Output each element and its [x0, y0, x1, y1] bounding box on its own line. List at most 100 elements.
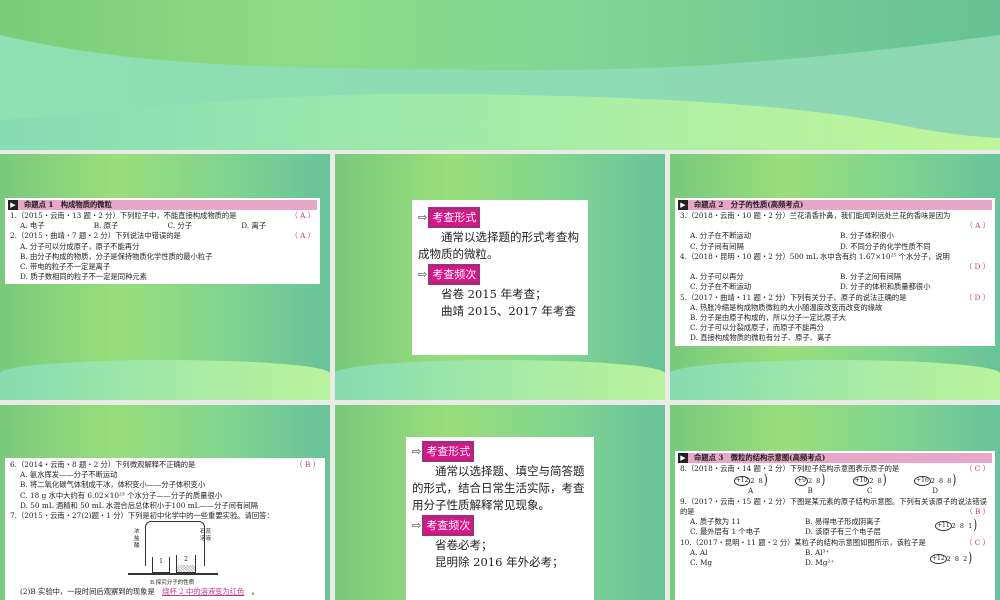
option: A. 质子数为 11 — [690, 517, 741, 527]
frequency-label: 考查频次 — [422, 515, 475, 536]
question-stem: 3.（2018・云南・10 题・2 分）兰花清香扑鼻，我们能闻到远处兰花的香味是… — [680, 211, 951, 220]
question-2: 2.（2015・曲靖・7 题・2 分）下列说法中错误的是 （ A ） — [10, 231, 315, 241]
option: B. 分子之间有间隔 — [840, 272, 902, 282]
shells: 2 8 — [869, 477, 883, 486]
play-icon: ▶ — [678, 453, 688, 463]
play-icon: ▶ — [678, 200, 688, 210]
slide-thumbnail-4[interactable]: 6.（2014・云南・8 题・2 分）下列微观解释不正确的是 （ B ） A. 氨… — [0, 405, 330, 600]
option: B. 原子 — [93, 221, 119, 231]
slide-thumbnail-6[interactable]: ▶ 命题点 3 微粒的结构示意图(高频考点) 8.（2018・云南・14 题・2 … — [670, 405, 1000, 600]
option: B. 分子体积很小 — [840, 231, 894, 241]
answer: （ A ） — [965, 221, 990, 231]
slide-thumbnail-5[interactable]: ⇨ 考查形式 通常以选择题、填空与简答题的形式，结合日常生活实际，考查用分子性质解… — [335, 405, 665, 600]
nucleus: +9 — [795, 476, 808, 487]
figure-caption: B.探究分子的性质 — [150, 580, 195, 587]
option: D. 50 mL 酒精和 50 mL 水混合后总体积小于100 mL——分子间有… — [20, 500, 258, 510]
question-stem: 8.（2018・云南・14 题・2 分）下列粒子结构示意图表示原子的是 — [680, 464, 900, 473]
nucleus: +10 — [852, 476, 870, 487]
option: D. 分子的体积和质量都很小 — [840, 282, 931, 292]
section-header: ▶ 命题点 1 构成物质的微粒 — [8, 200, 317, 210]
beaker-1: 1 — [152, 557, 170, 574]
atom-diagram: +10 2 8) C — [852, 472, 887, 496]
nucleus: +16 — [914, 476, 931, 487]
frequency-line: 省卷必考； — [435, 538, 493, 552]
answer: （ B ） — [965, 507, 990, 517]
option: A. 电子 — [20, 221, 45, 231]
question-card: ▶ 命题点 2 分子的性质(高频考点) 3.（2018・云南・10 题・2 分）兰… — [675, 198, 995, 346]
question-stem: 6.（2014・云南・8 题・2 分）下列微观解释不正确的是 — [10, 460, 196, 469]
question-card: ▶ 命题点 1 构成物质的微粒 1.（2015・云南・13 题・2 分）下列粒子中… — [5, 198, 320, 285]
slide-thumbnail-1[interactable]: ▶ 命题点 1 构成物质的微粒 1.（2015・云南・13 题・2 分）下列粒子中… — [0, 154, 330, 400]
shells: 2 8 — [807, 477, 822, 486]
shells: 2 8 8 — [930, 477, 953, 486]
nucleus: +12 — [930, 553, 947, 564]
info-card: ⇨ 考查形式 通常以选择题、填空与简答题的形式，结合日常生活实际，考查用分子性质解… — [406, 437, 594, 600]
atom-diagrams: +12 2 8) A +9 2 8) B +10 2 8) C +16 2 8 8) D — [680, 472, 990, 496]
option: A. 热胀冷缩是构成物质微粒的大小随温度改变而改变的缘故 — [690, 302, 883, 312]
section-header: ▶ 命题点 3 微粒的结构示意图(高频考点) — [678, 453, 992, 463]
slide-thumbnail-2[interactable]: ⇨ 考查形式 通常以选择题的形式考查构成物质的微粒。 ⇨ 考查频次 省卷 2015 … — [335, 154, 665, 400]
arrow-right-icon: ⇨ — [418, 211, 428, 224]
option: A. 分子可以分成原子，原子不能再分 — [20, 241, 140, 251]
figure-label: 浓盐酸 — [134, 529, 140, 550]
shells: 2 8 2 — [946, 554, 969, 563]
nucleus: +12 — [733, 476, 751, 487]
atom-label: C — [866, 487, 873, 496]
nucleus: +11 — [935, 521, 952, 532]
section-header: ▶ 命题点 2 分子的性质(高频考点) — [678, 200, 992, 210]
form-label: 考查形式 — [428, 207, 481, 228]
option: C. 分子间有间隔 — [690, 241, 744, 251]
experiment-figure: 1 2 浓盐酸 石蕊溶液 B.探究分子的性质 — [10, 521, 320, 587]
form-text: 通常以选择题、填空与简答题的形式，结合日常生活实际，考查用分子性质解释常见现象。 — [412, 464, 585, 512]
option: A. 分子在不断运动 — [690, 231, 751, 241]
atom-diagram: +16 2 8 8) D — [914, 472, 957, 496]
shells: 2 8 1 — [951, 522, 974, 531]
option: B. 分子是由原子构成的，所以分子一定比原子大 — [690, 313, 846, 323]
answer: （ C ） — [965, 464, 990, 473]
option: A. 氨水挥发——分子不断运动 — [20, 470, 118, 480]
option: C. 18 g 水中大约有 6.02×10²³ 个水分子——分子的质量很小 — [20, 490, 223, 500]
question-stem: 4.（2018・昆明・10 题・2 分）500 mL 水中含有约 1.67×10… — [680, 251, 950, 261]
option: D. 离子 — [241, 221, 267, 231]
atom-diagram: +11 2 8 1) — [935, 517, 978, 534]
info-card: ⇨ 考查形式 通常以选择题的形式考查构成物质的微粒。 ⇨ 考查频次 省卷 2015 … — [412, 200, 588, 355]
answer: （ D ） — [964, 292, 990, 302]
answer: （ A ） — [290, 231, 315, 241]
atom-diagram: +12 2 8 2) — [930, 550, 973, 566]
fill-suffix: 。 — [251, 587, 259, 597]
question-stem: 1.（2015・云南・13 题・2 分）下列粒子中，不能直接构成物质的是 — [10, 211, 237, 220]
option: C. 最外层有 1 个电子 — [690, 527, 761, 537]
option: A. 分子可以再分 — [690, 272, 744, 282]
fill-answer: 烧杯 2 中的溶液变为红色 — [162, 587, 245, 597]
slide-thumbnail-3[interactable]: ▶ 命题点 2 分子的性质(高频考点) 3.（2018・云南・10 题・2 分）兰… — [670, 154, 1000, 400]
arrow-right-icon: ⇨ — [412, 445, 422, 458]
option: B. Al³⁺ — [805, 547, 830, 557]
atom-label: D — [932, 487, 938, 496]
atom-diagram: +12 2 8) A — [733, 472, 768, 496]
answer: （ D ） — [964, 262, 990, 272]
option: C. 分子在不断运动 — [690, 282, 752, 292]
option: A. Al — [690, 547, 708, 557]
atom-label: B — [807, 487, 813, 496]
question-card: ▶ 命题点 3 微粒的结构示意图(高频考点) 8.（2018・云南・14 题・2 … — [675, 451, 995, 600]
option: D. 不同分子的化学性质不同 — [840, 241, 931, 251]
play-icon: ▶ — [8, 200, 18, 210]
frequency-line: 曲靖 2015、2017 年考查 — [441, 304, 576, 318]
frequency-line: 省卷 2015 年考查； — [441, 287, 547, 301]
wave-decoration — [0, 35, 1000, 150]
option: C. Mg — [690, 558, 713, 568]
question-stem: 10.（2017・昆明・11 题・2 分）某粒子的结构示意图如图所示，该粒子是 — [680, 537, 926, 547]
option: D. Mg²⁺ — [805, 558, 835, 568]
section-title: 命题点 3 微粒的结构示意图(高频考点) — [694, 452, 826, 462]
option: C. 分子可以分裂成原子，而原子不能再分 — [690, 323, 825, 333]
option: D. 直接构成物质的微粒有分子、原子、离子 — [690, 333, 832, 343]
question-stem: 2.（2015・曲靖・7 题・2 分）下列说法中错误的是 — [10, 231, 181, 241]
option: B. 将二氧化碳气体制成干冰，体积变小——分子体积变小 — [20, 480, 206, 490]
option: C. 分子 — [167, 221, 193, 231]
answer: （ B ） — [295, 460, 320, 469]
answer: （ A ） — [290, 211, 315, 220]
fill-prefix: (2)B 实验中，一段时间后观察到的现象是 — [20, 587, 155, 597]
question-stem: 5.（2017・曲靖・11 题・2 分）下列有关分子、原子的说法正确的是 — [680, 292, 907, 302]
form-text: 通常以选择题的形式考查构成物质的微粒。 — [418, 230, 579, 261]
title-slide-banner[interactable] — [0, 0, 1000, 150]
